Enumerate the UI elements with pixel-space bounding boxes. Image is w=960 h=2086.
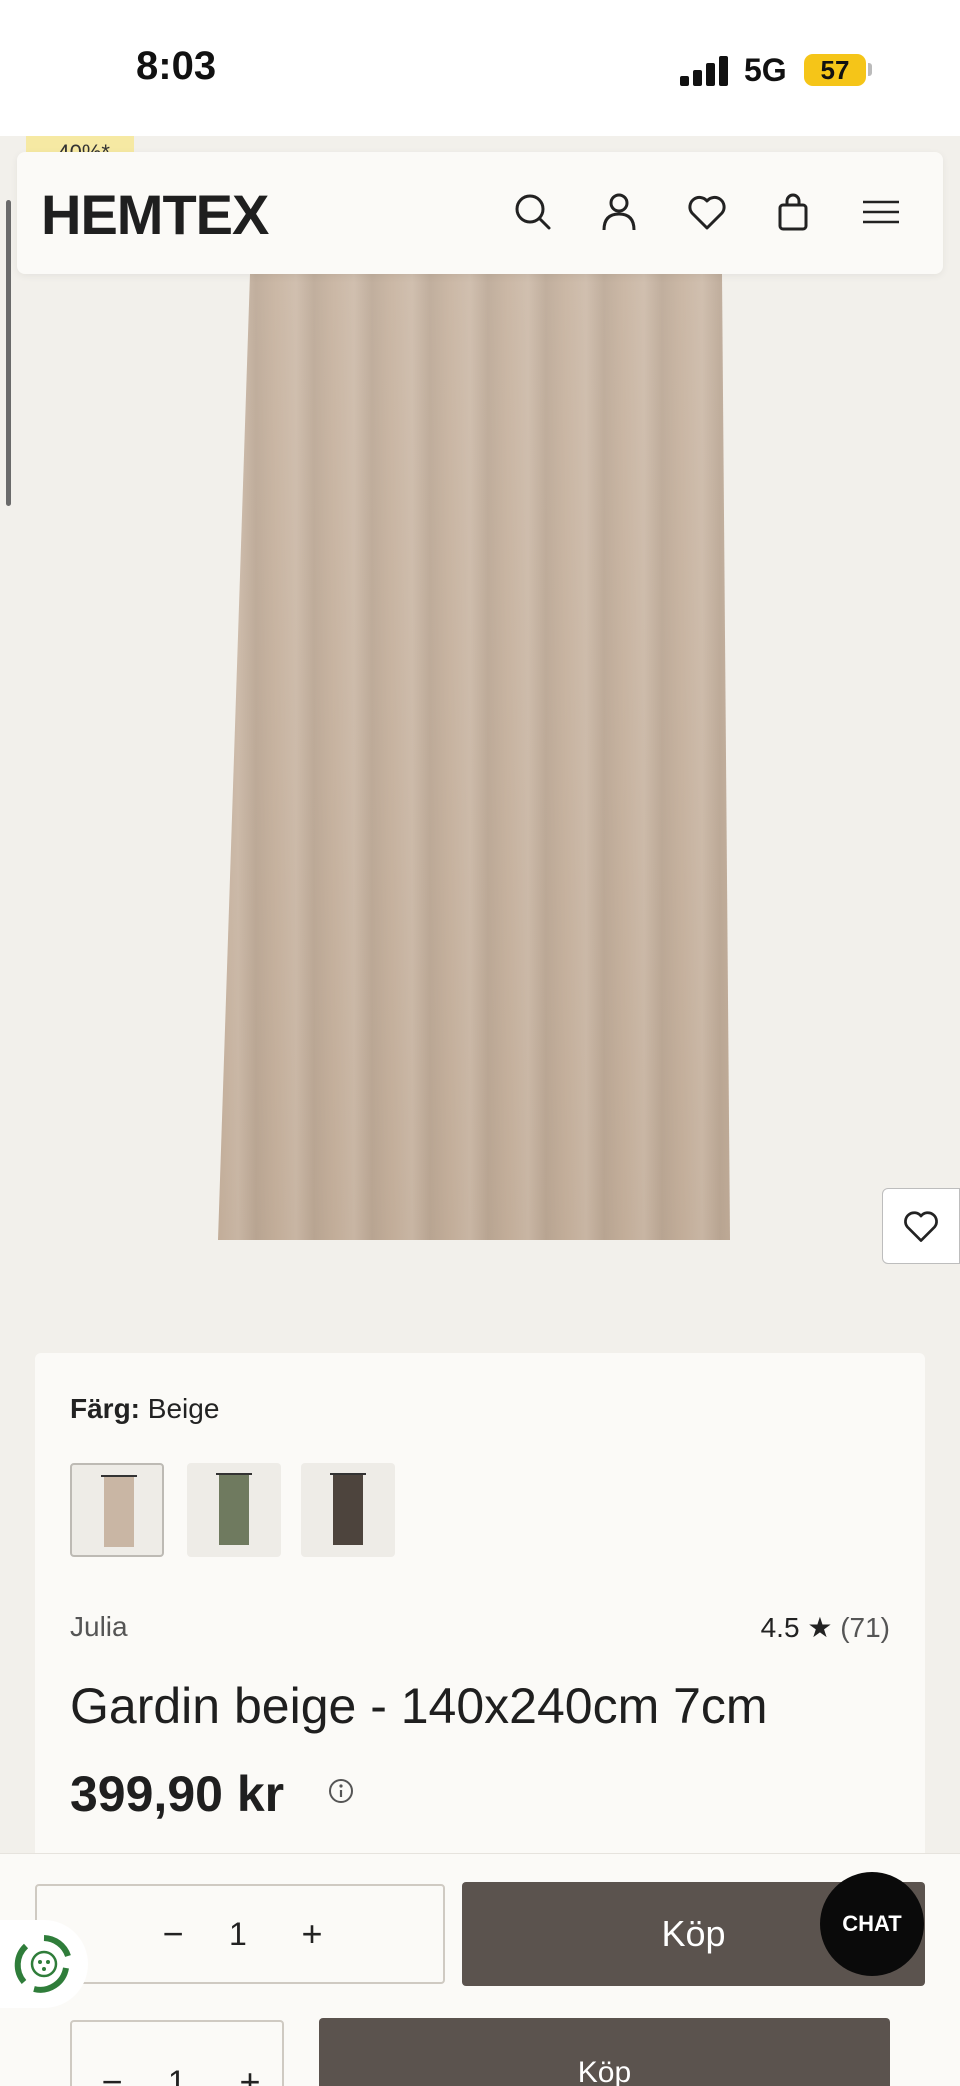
product-info-card: Färg: Beige Julia 4.5 ★ (71) Gardin beig… — [35, 1353, 925, 1913]
product-rating[interactable]: 4.5 ★ (71) — [761, 1611, 890, 1644]
scroll-indicator[interactable] — [6, 200, 11, 506]
color-value: Beige — [147, 1393, 220, 1424]
product-title: Gardin beige - 140x240cm 7cm — [70, 1678, 768, 1734]
swatch-curtain-image — [330, 1473, 366, 1545]
search-icon[interactable] — [511, 190, 555, 234]
sustainability-badge[interactable] — [0, 1920, 88, 2008]
recycle-icon — [14, 1935, 71, 1993]
signal-icon — [680, 56, 730, 86]
site-header: HEMTEX — [17, 152, 943, 274]
quantity-stepper: − 1 + — [35, 1884, 445, 1984]
quantity-value[interactable]: 1 — [229, 1916, 247, 1953]
rating-value: 4.5 — [760, 1612, 800, 1643]
quantity-value[interactable]: 1 — [168, 2064, 186, 2086]
status-bar: 8:03 5G 57 — [0, 0, 960, 136]
brand-name[interactable]: Julia — [70, 1611, 128, 1643]
review-count: (71) — [840, 1612, 890, 1643]
color-swatch-brown[interactable] — [301, 1463, 395, 1557]
battery-icon: 57 — [804, 54, 866, 86]
account-icon[interactable] — [597, 190, 641, 234]
product-price: 399,90 kr — [70, 1766, 285, 1822]
buy-button-secondary[interactable]: Köp — [319, 2018, 890, 2086]
heart-icon[interactable] — [685, 190, 729, 234]
quantity-increase-button[interactable]: + — [290, 1912, 334, 1956]
heart-icon — [904, 1211, 938, 1242]
chat-button[interactable]: CHAT — [820, 1872, 924, 1976]
swatch-curtain-image — [216, 1473, 252, 1545]
hemtex-logo[interactable]: HEMTEX — [41, 182, 269, 247]
sticky-buy-bar: − 1 + Köp − 1 + Köp — [0, 1853, 960, 2086]
quantity-increase-button[interactable]: + — [228, 2060, 272, 2086]
network-type: 5G — [744, 52, 787, 88]
color-selection-label: Färg: Beige — [70, 1393, 219, 1425]
quantity-decrease-button[interactable]: − — [90, 2060, 134, 2086]
quantity-decrease-button[interactable]: − — [151, 1912, 195, 1956]
star-icon: ★ — [807, 1612, 833, 1643]
product-image-curtain[interactable] — [218, 274, 730, 1240]
menu-icon[interactable] — [859, 190, 903, 234]
info-icon[interactable] — [327, 1777, 355, 1805]
color-label: Färg: — [70, 1393, 140, 1424]
color-swatch-green[interactable] — [187, 1463, 281, 1557]
quantity-stepper-secondary: − 1 + — [70, 2020, 284, 2086]
color-swatch-beige[interactable] — [70, 1463, 164, 1557]
battery-tip — [868, 63, 872, 76]
swatch-curtain-image — [101, 1475, 137, 1547]
add-to-favorites-button[interactable] — [882, 1188, 960, 1264]
status-time: 8:03 — [136, 44, 217, 88]
bag-icon[interactable] — [771, 190, 815, 234]
